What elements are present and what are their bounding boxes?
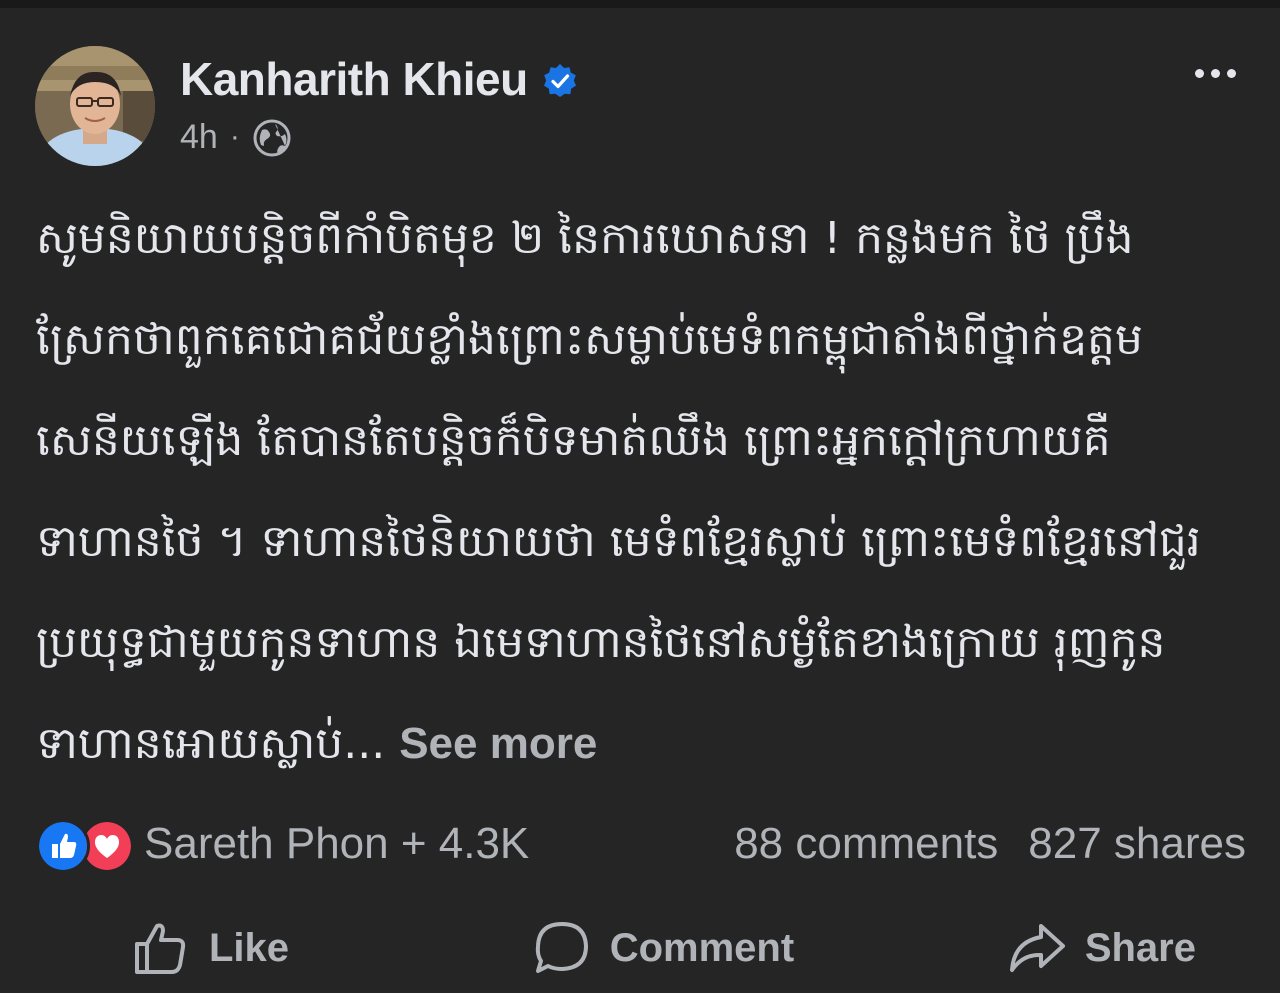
post-text: សូមនិយាយបន្តិចពីកាំបិតមុខ ២ នៃការឃោសនា !…: [36, 188, 1246, 794]
comment-label: Comment: [609, 925, 795, 970]
more-options-icon-dot: [1226, 68, 1236, 78]
post-time[interactable]: 4h: [180, 117, 218, 157]
comments-count[interactable]: 88 comments: [734, 819, 998, 869]
share-button[interactable]: Share: [1007, 918, 1246, 978]
verified-badge-icon: [543, 64, 576, 97]
reaction-summary-text: Sareth Phon + 4.3K: [144, 819, 530, 868]
reactions-summary[interactable]: Sareth Phon + 4.3K: [36, 819, 530, 873]
meta-separator: ·: [229, 120, 240, 153]
comment-icon: [535, 922, 588, 973]
share-icon: [1009, 924, 1065, 972]
post-card: Kanharith Khieu 4h · សូមនិយាយបន្តិចពីកាំ…: [0, 8, 1280, 993]
like-icon: [135, 923, 186, 974]
shares-count[interactable]: 827 shares: [1028, 819, 1246, 869]
avatar-image: [35, 46, 155, 166]
like-label: Like: [209, 925, 290, 970]
see-more-link[interactable]: See more: [399, 719, 597, 768]
share-label: Share: [1084, 925, 1196, 970]
more-options-icon-dot: [1210, 68, 1220, 78]
author-name[interactable]: Kanharith Khieu: [180, 52, 528, 106]
like-reaction-icon: [36, 819, 90, 873]
reactions-row: Sareth Phon + 4.3K 88 comments 827 share…: [36, 814, 1246, 874]
top-bar: [0, 0, 1280, 8]
comment-button[interactable]: Comment: [532, 918, 824, 978]
like-button[interactable]: Like: [36, 918, 349, 978]
more-options-button[interactable]: [1185, 58, 1245, 88]
avatar[interactable]: [35, 46, 155, 166]
post-meta: 4h ·: [180, 116, 292, 158]
post-header: Kanharith Khieu: [180, 52, 578, 106]
post-body: សូមនិយាយបន្តិចពីកាំបិតមុខ ២ នៃការឃោសនា !…: [36, 213, 1201, 769]
action-bar: Like Comment Share: [36, 913, 1246, 983]
globe-icon: [253, 119, 291, 157]
more-options-icon: [1194, 68, 1204, 78]
reaction-icons: [36, 819, 134, 873]
post-stats: 88 comments 827 shares: [734, 819, 1246, 869]
